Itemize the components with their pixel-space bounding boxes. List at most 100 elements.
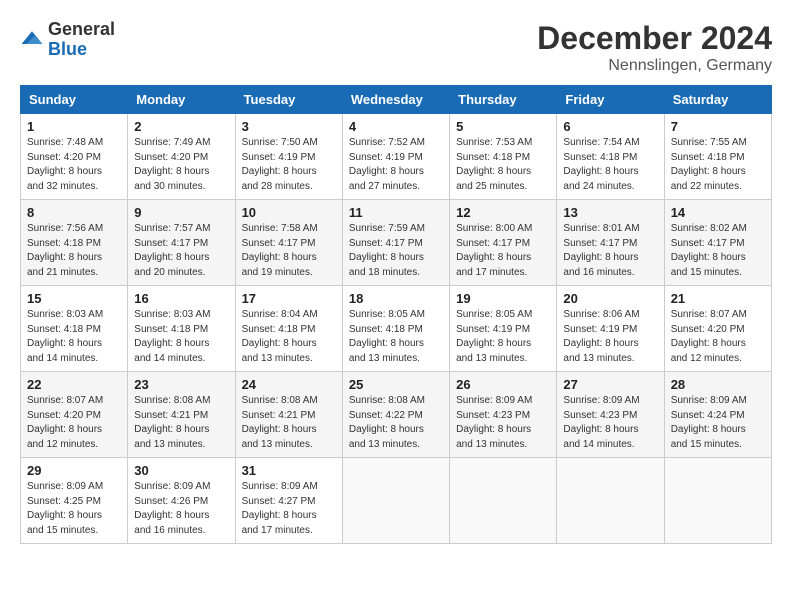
day-info: Sunrise: 8:08 AM Sunset: 4:21 PM Dayligh… (242, 394, 336, 452)
day-number: 5 (456, 119, 550, 134)
day-number: 27 (563, 377, 657, 392)
calendar-cell: 4 Sunrise: 7:52 AM Sunset: 4:19 PM Dayli… (342, 114, 449, 200)
day-info: Sunrise: 8:09 AM Sunset: 4:27 PM Dayligh… (242, 480, 336, 538)
day-number: 15 (27, 291, 121, 306)
calendar-cell: 1 Sunrise: 7:48 AM Sunset: 4:20 PM Dayli… (21, 114, 128, 200)
logo: General Blue (20, 20, 115, 60)
calendar-cell (664, 458, 771, 544)
day-number: 9 (134, 205, 228, 220)
calendar-cell: 24 Sunrise: 8:08 AM Sunset: 4:21 PM Dayl… (235, 372, 342, 458)
day-info: Sunrise: 8:06 AM Sunset: 4:19 PM Dayligh… (563, 308, 657, 366)
day-number: 6 (563, 119, 657, 134)
day-info: Sunrise: 7:59 AM Sunset: 4:17 PM Dayligh… (349, 222, 443, 280)
month-title: December 2024 (537, 20, 772, 57)
day-info: Sunrise: 8:07 AM Sunset: 4:20 PM Dayligh… (671, 308, 765, 366)
day-number: 7 (671, 119, 765, 134)
calendar-cell: 31 Sunrise: 8:09 AM Sunset: 4:27 PM Dayl… (235, 458, 342, 544)
calendar-cell: 29 Sunrise: 8:09 AM Sunset: 4:25 PM Dayl… (21, 458, 128, 544)
calendar-week-row: 15 Sunrise: 8:03 AM Sunset: 4:18 PM Dayl… (21, 286, 772, 372)
day-info: Sunrise: 8:07 AM Sunset: 4:20 PM Dayligh… (27, 394, 121, 452)
day-number: 2 (134, 119, 228, 134)
calendar-week-row: 1 Sunrise: 7:48 AM Sunset: 4:20 PM Dayli… (21, 114, 772, 200)
day-number: 31 (242, 463, 336, 478)
page-header: General Blue December 2024 Nennslingen, … (20, 20, 772, 75)
day-number: 8 (27, 205, 121, 220)
day-info: Sunrise: 8:09 AM Sunset: 4:23 PM Dayligh… (456, 394, 550, 452)
day-info: Sunrise: 8:09 AM Sunset: 4:23 PM Dayligh… (563, 394, 657, 452)
day-info: Sunrise: 7:49 AM Sunset: 4:20 PM Dayligh… (134, 136, 228, 194)
day-number: 14 (671, 205, 765, 220)
day-number: 24 (242, 377, 336, 392)
day-info: Sunrise: 8:08 AM Sunset: 4:22 PM Dayligh… (349, 394, 443, 452)
weekday-header: Sunday (21, 86, 128, 114)
day-number: 20 (563, 291, 657, 306)
day-number: 11 (349, 205, 443, 220)
calendar-cell: 17 Sunrise: 8:04 AM Sunset: 4:18 PM Dayl… (235, 286, 342, 372)
calendar-cell: 26 Sunrise: 8:09 AM Sunset: 4:23 PM Dayl… (450, 372, 557, 458)
weekday-header: Wednesday (342, 86, 449, 114)
day-number: 1 (27, 119, 121, 134)
calendar-cell: 21 Sunrise: 8:07 AM Sunset: 4:20 PM Dayl… (664, 286, 771, 372)
day-info: Sunrise: 8:00 AM Sunset: 4:17 PM Dayligh… (456, 222, 550, 280)
day-info: Sunrise: 7:57 AM Sunset: 4:17 PM Dayligh… (134, 222, 228, 280)
weekday-header: Saturday (664, 86, 771, 114)
calendar-cell: 7 Sunrise: 7:55 AM Sunset: 4:18 PM Dayli… (664, 114, 771, 200)
day-info: Sunrise: 8:03 AM Sunset: 4:18 PM Dayligh… (134, 308, 228, 366)
day-number: 21 (671, 291, 765, 306)
day-number: 19 (456, 291, 550, 306)
day-number: 16 (134, 291, 228, 306)
logo-blue-text: Blue (48, 40, 115, 60)
calendar-cell: 12 Sunrise: 8:00 AM Sunset: 4:17 PM Dayl… (450, 200, 557, 286)
day-info: Sunrise: 8:04 AM Sunset: 4:18 PM Dayligh… (242, 308, 336, 366)
weekday-header: Tuesday (235, 86, 342, 114)
calendar-cell: 16 Sunrise: 8:03 AM Sunset: 4:18 PM Dayl… (128, 286, 235, 372)
day-info: Sunrise: 8:08 AM Sunset: 4:21 PM Dayligh… (134, 394, 228, 452)
title-block: December 2024 Nennslingen, Germany (537, 20, 772, 75)
weekday-header: Monday (128, 86, 235, 114)
calendar-cell (557, 458, 664, 544)
day-info: Sunrise: 7:55 AM Sunset: 4:18 PM Dayligh… (671, 136, 765, 194)
calendar-cell: 27 Sunrise: 8:09 AM Sunset: 4:23 PM Dayl… (557, 372, 664, 458)
calendar-cell: 3 Sunrise: 7:50 AM Sunset: 4:19 PM Dayli… (235, 114, 342, 200)
calendar-cell: 23 Sunrise: 8:08 AM Sunset: 4:21 PM Dayl… (128, 372, 235, 458)
day-number: 10 (242, 205, 336, 220)
logo-text: General Blue (48, 20, 115, 60)
day-info: Sunrise: 8:09 AM Sunset: 4:25 PM Dayligh… (27, 480, 121, 538)
day-number: 30 (134, 463, 228, 478)
day-number: 26 (456, 377, 550, 392)
calendar-week-row: 8 Sunrise: 7:56 AM Sunset: 4:18 PM Dayli… (21, 200, 772, 286)
day-number: 22 (27, 377, 121, 392)
day-info: Sunrise: 8:01 AM Sunset: 4:17 PM Dayligh… (563, 222, 657, 280)
day-info: Sunrise: 8:05 AM Sunset: 4:19 PM Dayligh… (456, 308, 550, 366)
day-number: 12 (456, 205, 550, 220)
calendar-table: SundayMondayTuesdayWednesdayThursdayFrid… (20, 85, 772, 544)
day-number: 23 (134, 377, 228, 392)
calendar-week-row: 22 Sunrise: 8:07 AM Sunset: 4:20 PM Dayl… (21, 372, 772, 458)
day-number: 29 (27, 463, 121, 478)
logo-general-text: General (48, 20, 115, 40)
calendar-cell: 14 Sunrise: 8:02 AM Sunset: 4:17 PM Dayl… (664, 200, 771, 286)
calendar-cell: 13 Sunrise: 8:01 AM Sunset: 4:17 PM Dayl… (557, 200, 664, 286)
calendar-cell: 5 Sunrise: 7:53 AM Sunset: 4:18 PM Dayli… (450, 114, 557, 200)
calendar-cell: 25 Sunrise: 8:08 AM Sunset: 4:22 PM Dayl… (342, 372, 449, 458)
calendar-cell: 10 Sunrise: 7:58 AM Sunset: 4:17 PM Dayl… (235, 200, 342, 286)
day-number: 25 (349, 377, 443, 392)
calendar-cell: 9 Sunrise: 7:57 AM Sunset: 4:17 PM Dayli… (128, 200, 235, 286)
day-info: Sunrise: 7:48 AM Sunset: 4:20 PM Dayligh… (27, 136, 121, 194)
day-info: Sunrise: 8:02 AM Sunset: 4:17 PM Dayligh… (671, 222, 765, 280)
day-info: Sunrise: 8:09 AM Sunset: 4:26 PM Dayligh… (134, 480, 228, 538)
calendar-cell: 2 Sunrise: 7:49 AM Sunset: 4:20 PM Dayli… (128, 114, 235, 200)
calendar-cell: 22 Sunrise: 8:07 AM Sunset: 4:20 PM Dayl… (21, 372, 128, 458)
weekday-header: Thursday (450, 86, 557, 114)
day-info: Sunrise: 8:05 AM Sunset: 4:18 PM Dayligh… (349, 308, 443, 366)
calendar-cell (342, 458, 449, 544)
calendar-cell: 28 Sunrise: 8:09 AM Sunset: 4:24 PM Dayl… (664, 372, 771, 458)
weekday-header: Friday (557, 86, 664, 114)
day-info: Sunrise: 7:58 AM Sunset: 4:17 PM Dayligh… (242, 222, 336, 280)
day-number: 3 (242, 119, 336, 134)
day-info: Sunrise: 7:50 AM Sunset: 4:19 PM Dayligh… (242, 136, 336, 194)
day-number: 17 (242, 291, 336, 306)
day-info: Sunrise: 7:54 AM Sunset: 4:18 PM Dayligh… (563, 136, 657, 194)
calendar-week-row: 29 Sunrise: 8:09 AM Sunset: 4:25 PM Dayl… (21, 458, 772, 544)
day-number: 28 (671, 377, 765, 392)
